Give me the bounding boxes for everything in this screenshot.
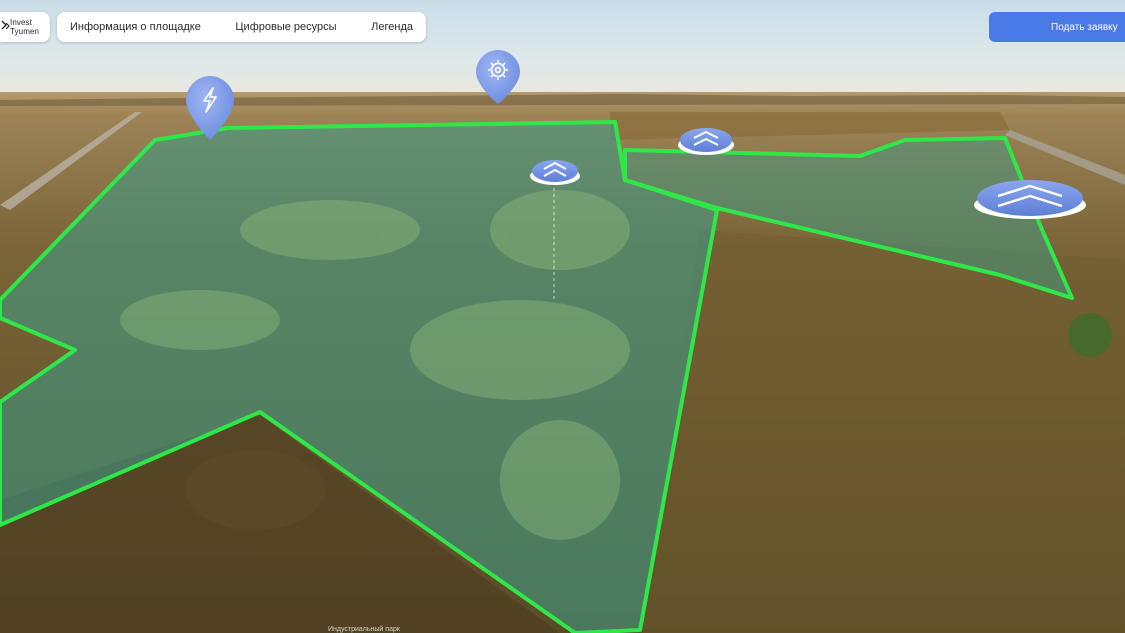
aerial-panorama-scene[interactable] (0, 0, 1125, 633)
nav-legend[interactable]: Легенда (371, 21, 413, 33)
logo-text: Invest Tyumen (10, 18, 40, 36)
submit-application-button[interactable]: Подать заявку (989, 12, 1125, 42)
scene-label: Индустриальный парк (328, 626, 400, 633)
nav-digital-resources[interactable]: Цифровые ресурсы (235, 21, 336, 33)
invest-tyumen-logo[interactable]: Invest Tyumen (0, 12, 50, 42)
top-navigation: Информация о площадке Цифровые ресурсы Л… (57, 12, 426, 42)
logo-mark-icon (1, 20, 10, 30)
nav-site-info[interactable]: Информация о площадке (70, 21, 201, 33)
